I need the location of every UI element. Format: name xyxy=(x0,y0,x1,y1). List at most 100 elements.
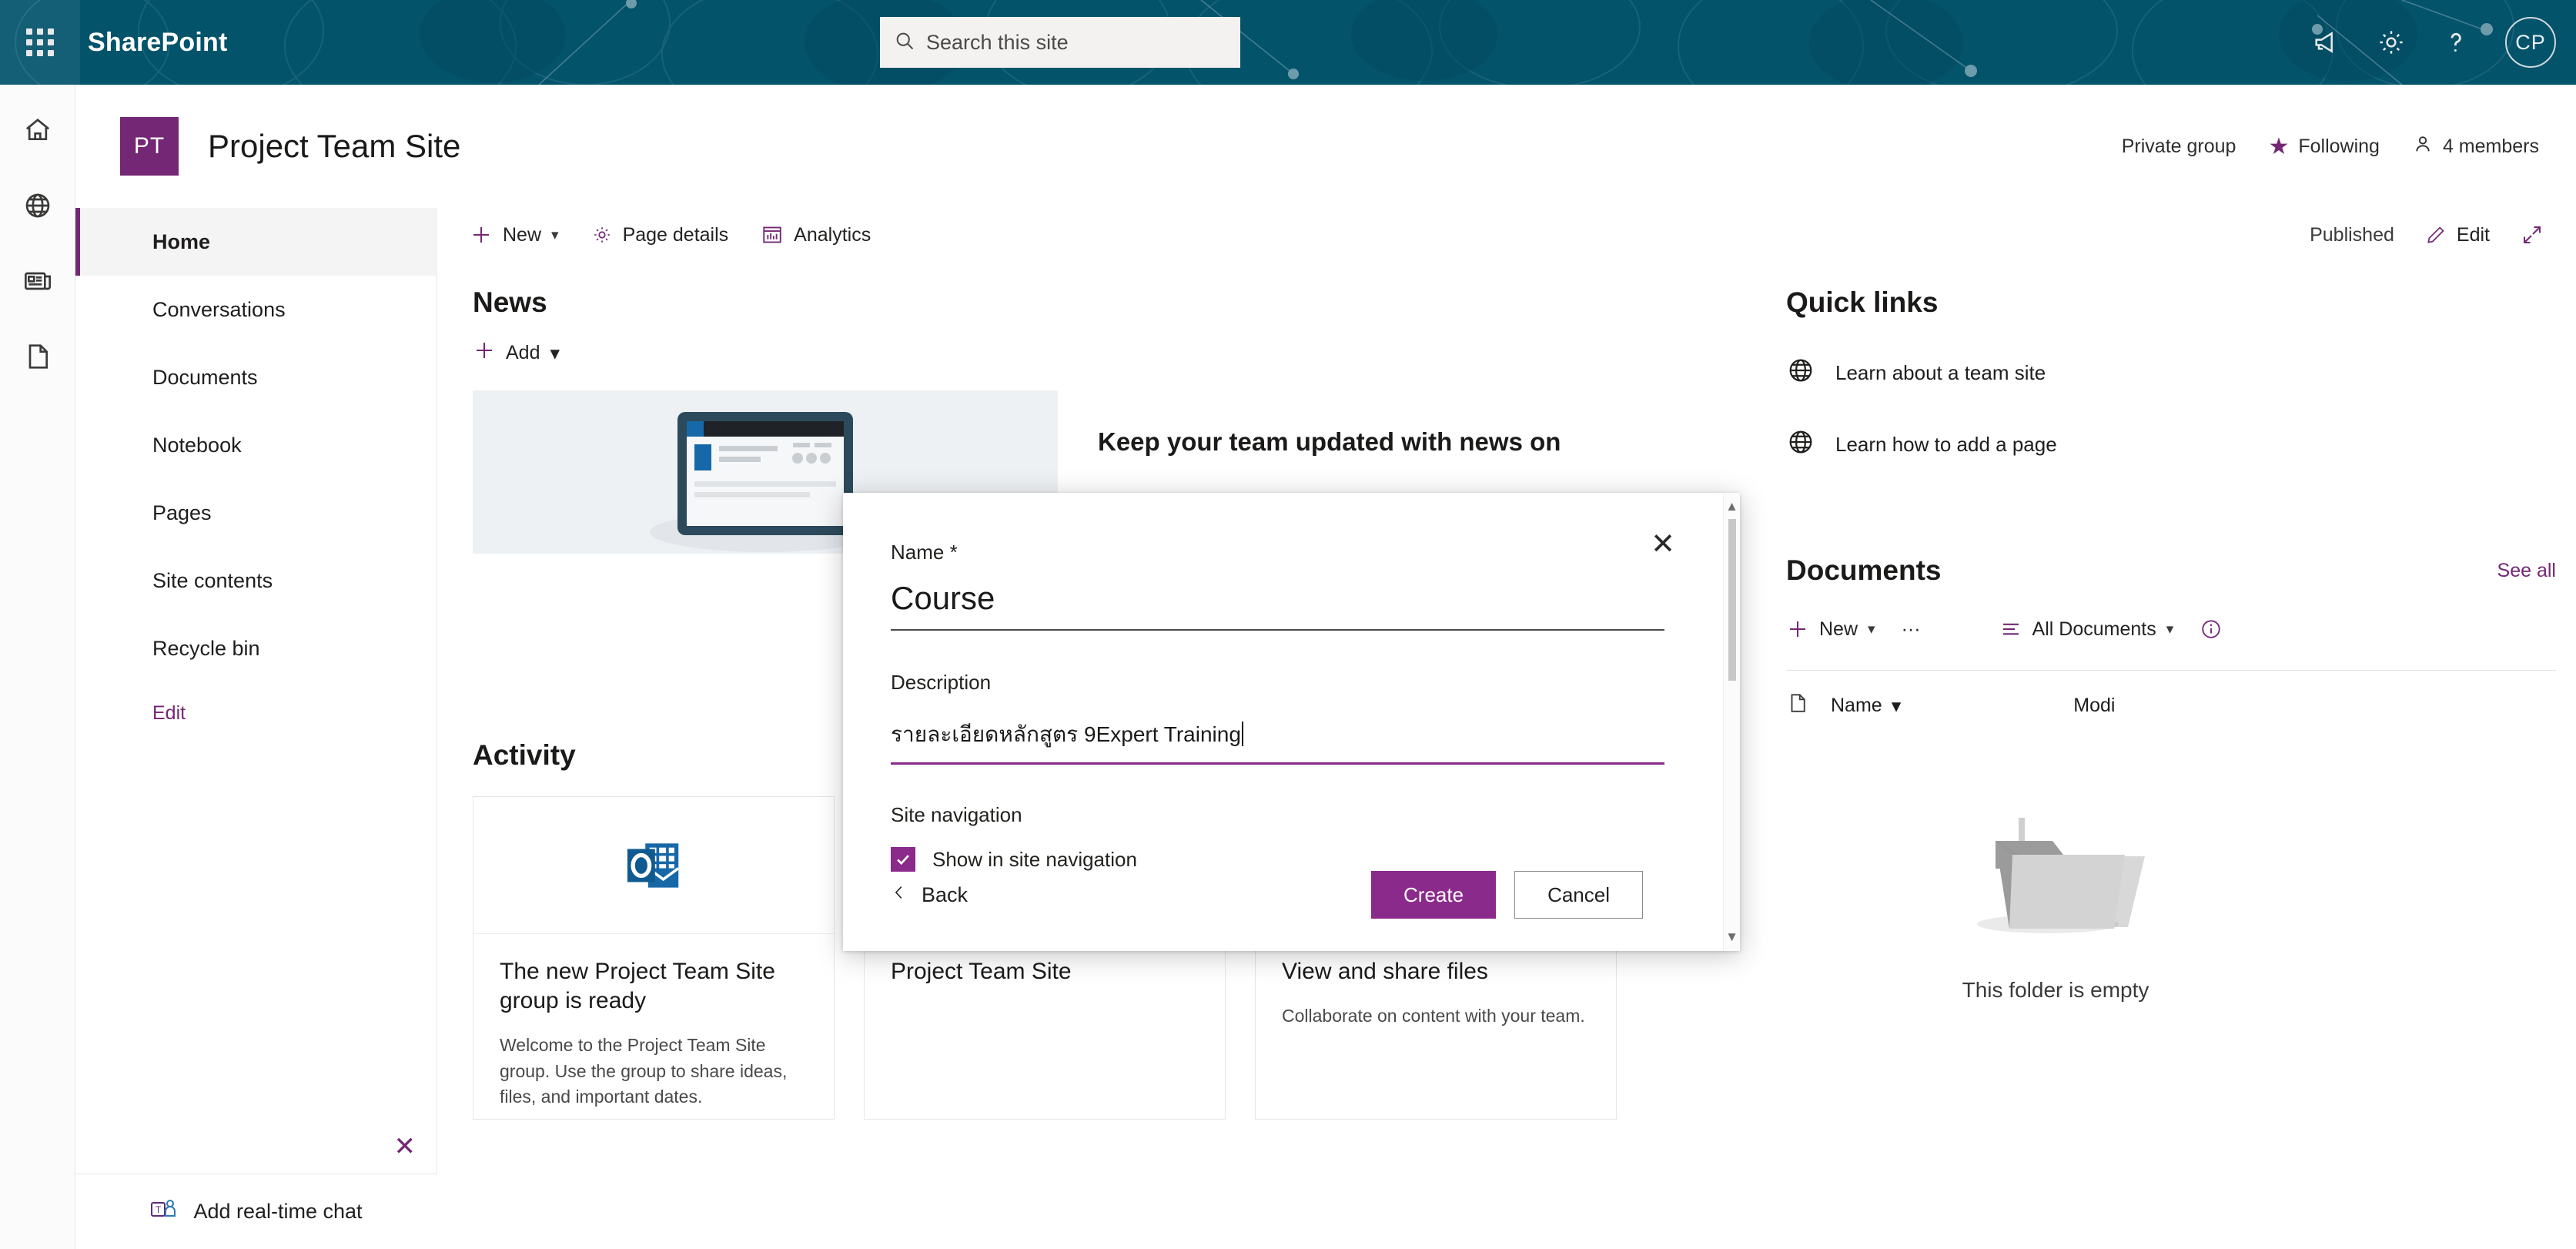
quick-links-webpart: Quick links Learn about a team site Lear… xyxy=(1786,286,2371,462)
back-button[interactable]: Back xyxy=(891,881,968,909)
chevron-down-icon: ▾ xyxy=(1891,695,1902,717)
chevron-left-icon xyxy=(891,881,908,909)
empty-folder-label: This folder is empty xyxy=(1962,978,2149,1002)
nav-label: Notebook xyxy=(152,433,242,457)
close-icon[interactable]: ✕ xyxy=(394,1131,417,1162)
quick-link-label: Learn about a team site xyxy=(1835,361,2046,384)
suite-brand[interactable]: SharePoint xyxy=(88,28,227,58)
nav-label: Pages xyxy=(152,501,212,524)
dialog-body: ✕ Name * Course Description รายละเอียดหล… xyxy=(843,493,1715,951)
info-icon[interactable] xyxy=(2200,618,2223,641)
new-button[interactable]: New ▾ xyxy=(470,223,559,246)
dialog-scrollbar[interactable]: ▲ ▼ xyxy=(1723,493,1740,951)
search-input[interactable]: Search this site xyxy=(926,31,1069,55)
nav-label: Site contents xyxy=(152,568,273,592)
app-launcher-button[interactable] xyxy=(0,0,80,85)
news-icon[interactable] xyxy=(14,257,62,305)
megaphone-icon[interactable] xyxy=(2311,27,2342,58)
card-body: The new Project Team Site group is ready… xyxy=(473,934,834,1110)
back-label: Back xyxy=(922,882,969,906)
edit-page-button[interactable]: Edit xyxy=(2425,224,2490,246)
list-item[interactable]: The new Project Team Site group is ready… xyxy=(473,796,835,1120)
sidebar-item-site-contents[interactable]: Site contents xyxy=(75,547,437,614)
sidebar-item-conversations[interactable]: Conversations xyxy=(75,276,437,343)
sidebar-item-documents[interactable]: Documents xyxy=(75,343,437,411)
documents-column-headers: Name ▾ Modi xyxy=(1786,670,2556,721)
expand-icon[interactable] xyxy=(2521,223,2544,246)
app-launcher-icon xyxy=(26,28,54,56)
search-box[interactable]: Search this site xyxy=(880,17,1240,68)
quick-link-item[interactable]: Learn about a team site xyxy=(1786,356,2371,390)
documents-view-selector[interactable]: All Documents ▾ xyxy=(1999,618,2174,641)
quick-links-title: Quick links xyxy=(1786,286,1939,318)
news-headline[interactable]: Keep your team updated with news on xyxy=(1098,426,1612,459)
document-icon[interactable] xyxy=(14,333,62,380)
avatar[interactable]: CP xyxy=(2505,17,2556,68)
cancel-button[interactable]: Cancel xyxy=(1514,871,1643,919)
empty-folder-state: This folder is empty xyxy=(1786,781,2325,1003)
sidebar-item-home[interactable]: Home xyxy=(75,208,437,276)
documents-more-button[interactable]: ··· xyxy=(1902,618,1921,641)
list-view-icon xyxy=(1999,618,2022,641)
edit-label: Edit xyxy=(2456,223,2490,246)
sidebar-item-pages[interactable]: Pages xyxy=(75,479,437,547)
page-details-label: Page details xyxy=(622,223,729,246)
column-header-name[interactable]: Name ▾ xyxy=(1831,695,1901,718)
analytics-icon xyxy=(761,223,784,246)
card-thumbnail xyxy=(473,797,834,934)
status-badge: Published xyxy=(2310,223,2394,246)
show-in-nav-checkbox[interactable] xyxy=(891,847,915,872)
card-title: The new Project Team Site group is ready xyxy=(500,959,775,1014)
name-field[interactable]: Course xyxy=(891,580,1664,631)
scroll-up-icon[interactable]: ▲ xyxy=(1725,499,1738,514)
column-header-modified[interactable]: Modi xyxy=(2073,695,2115,717)
help-icon[interactable] xyxy=(2441,27,2471,58)
dialog-buttons: Create Cancel xyxy=(1371,871,1643,919)
site-logo[interactable]: PT xyxy=(120,117,179,176)
gear-icon[interactable] xyxy=(2376,27,2407,58)
add-chat-bar[interactable]: ✕ T Add real-time chat xyxy=(75,1132,437,1249)
chevron-down-icon: ▾ xyxy=(551,226,559,243)
create-list-dialog: ✕ Name * Course Description รายละเอียดหล… xyxy=(843,493,1740,951)
column-label: Name xyxy=(1831,695,1882,716)
members-button[interactable]: 4 members xyxy=(2412,133,2539,160)
sidebar-item-notebook[interactable]: Notebook xyxy=(75,411,437,479)
nav-label: Documents xyxy=(152,365,258,389)
news-title: News xyxy=(473,286,547,318)
plus-icon xyxy=(470,223,493,246)
documents-webpart: Documents See all New ▾ ··· All Document… xyxy=(1786,554,2556,1003)
chevron-down-icon: ▾ xyxy=(2166,621,2174,638)
following-button[interactable]: ★ Following xyxy=(2268,133,2380,160)
suite-bar: SharePoint Search this site CP xyxy=(0,0,2576,85)
analytics-button[interactable]: Analytics xyxy=(761,223,871,246)
page-details-button[interactable]: Page details xyxy=(591,223,729,246)
home-icon[interactable] xyxy=(14,106,62,154)
outlook-icon xyxy=(627,842,680,888)
show-in-nav-row[interactable]: Show in site navigation xyxy=(891,847,1715,872)
star-icon: ★ xyxy=(2268,133,2290,159)
scroll-down-icon[interactable]: ▼ xyxy=(1725,929,1738,945)
gear-icon xyxy=(591,224,613,246)
documents-header: Documents See all xyxy=(1786,554,2556,587)
sidebar-item-recycle-bin[interactable]: Recycle bin xyxy=(75,614,437,682)
sidebar-edit-nav-button[interactable]: Edit xyxy=(75,682,437,744)
globe-icon[interactable] xyxy=(14,182,62,229)
description-field-label: Description xyxy=(891,671,992,694)
description-field[interactable]: รายละเอียดหลักสูตร 9Expert Training xyxy=(891,718,1664,765)
quick-link-item[interactable]: Learn how to add a page xyxy=(1786,427,2371,462)
news-add-button[interactable]: Add ▾ xyxy=(473,339,1735,367)
empty-folder-icon xyxy=(1977,818,2145,933)
chevron-down-icon: ▾ xyxy=(1868,621,1875,638)
show-in-nav-label: Show in site navigation xyxy=(932,847,1137,871)
card-title: Project Team Site xyxy=(891,959,1072,984)
globe-icon xyxy=(1786,427,1815,462)
card-title: View and share files xyxy=(1282,959,1488,984)
create-button[interactable]: Create xyxy=(1371,871,1497,919)
close-icon[interactable]: ✕ xyxy=(1651,530,1675,559)
documents-new-button[interactable]: New ▾ xyxy=(1786,618,1875,641)
see-all-link[interactable]: See all xyxy=(2497,560,2556,582)
privacy-label: Private group xyxy=(2121,135,2236,157)
site-navigation-label: Site navigation xyxy=(891,803,1022,826)
scrollbar-thumb[interactable] xyxy=(1728,519,1736,681)
description-field-wrap: Description รายละเอียดหลักสูตร 9Expert T… xyxy=(891,671,1715,765)
